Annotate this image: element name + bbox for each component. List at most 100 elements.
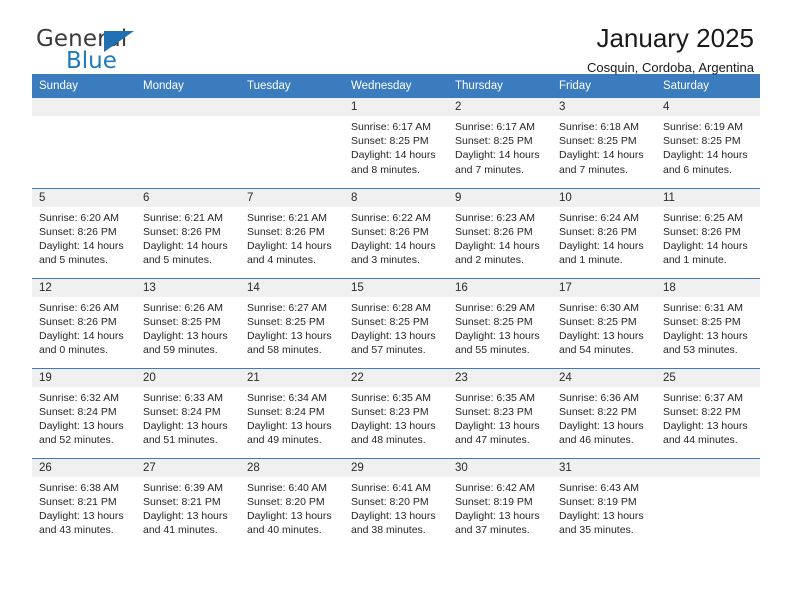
sunset-text: Sunset: 8:24 PM bbox=[39, 405, 117, 418]
calendar-week-row: 26 Sunrise: 6:38 AM Sunset: 8:21 PM Dayligh… bbox=[32, 457, 760, 548]
calendar-day-cell[interactable]: 31 Sunrise: 6:43 AM Sunset: 8:19 PM Dayligh… bbox=[552, 457, 656, 548]
sunset-text: Sunset: 8:25 PM bbox=[247, 315, 325, 328]
daylight-text-line1: Daylight: 13 hours bbox=[247, 509, 332, 522]
sunset-text: Sunset: 8:23 PM bbox=[351, 405, 429, 418]
sunrise-text: Sunrise: 6:41 AM bbox=[351, 481, 431, 494]
calendar-day-cell[interactable]: 2 Sunrise: 6:17 AM Sunset: 8:25 PM Daylight… bbox=[448, 98, 552, 188]
day-number: 27 bbox=[136, 458, 240, 477]
calendar-day-cell[interactable]: 6 Sunrise: 6:21 AM Sunset: 8:26 PM Daylight… bbox=[136, 187, 240, 278]
day-number: 14 bbox=[240, 278, 344, 297]
calendar-week-row: 5 Sunrise: 6:20 AM Sunset: 8:26 PM Daylight… bbox=[32, 187, 760, 278]
daylight-text-line2: and 7 minutes. bbox=[559, 163, 628, 176]
calendar-day-cell[interactable]: 24 Sunrise: 6:36 AM Sunset: 8:22 PM Dayligh… bbox=[552, 367, 656, 458]
calendar-day-cell[interactable]: 21 Sunrise: 6:34 AM Sunset: 8:24 PM Dayligh… bbox=[240, 367, 344, 458]
calendar-day-cell[interactable]: 9 Sunrise: 6:23 AM Sunset: 8:26 PM Daylight… bbox=[448, 187, 552, 278]
calendar-day-cell[interactable]: 29 Sunrise: 6:41 AM Sunset: 8:20 PM Dayligh… bbox=[344, 457, 448, 548]
calendar-day-cell[interactable]: 18 Sunrise: 6:31 AM Sunset: 8:25 PM Dayligh… bbox=[656, 277, 760, 368]
calendar-day-cell[interactable]: 13 Sunrise: 6:26 AM Sunset: 8:25 PM Dayligh… bbox=[136, 277, 240, 368]
daylight-text-line1: Daylight: 13 hours bbox=[143, 329, 228, 342]
day-number: 13 bbox=[136, 278, 240, 297]
calendar-day-cell[interactable]: 8 Sunrise: 6:22 AM Sunset: 8:26 PM Daylight… bbox=[344, 187, 448, 278]
day-details: Sunrise: 6:32 AM Sunset: 8:24 PM Daylight:… bbox=[32, 387, 136, 448]
sunrise-text: Sunrise: 6:29 AM bbox=[455, 301, 535, 314]
calendar-day-cell-empty bbox=[136, 98, 240, 188]
day-details: Sunrise: 6:35 AM Sunset: 8:23 PM Daylight:… bbox=[448, 387, 552, 448]
day-details: Sunrise: 6:40 AM Sunset: 8:20 PM Daylight:… bbox=[240, 477, 344, 538]
daylight-text-line2: and 41 minutes. bbox=[143, 524, 218, 537]
daylight-text-line2: and 8 minutes. bbox=[351, 163, 420, 176]
daylight-text-line1: Daylight: 13 hours bbox=[39, 509, 124, 522]
day-details: Sunrise: 6:17 AM Sunset: 8:25 PM Daylight:… bbox=[344, 116, 448, 177]
day-number: 22 bbox=[344, 368, 448, 387]
sunset-text: Sunset: 8:20 PM bbox=[351, 495, 429, 508]
day-number: 31 bbox=[552, 458, 656, 477]
daylight-text-line1: Daylight: 14 hours bbox=[247, 239, 332, 252]
day-details: Sunrise: 6:31 AM Sunset: 8:25 PM Daylight:… bbox=[656, 297, 760, 358]
calendar-day-cell[interactable]: 7 Sunrise: 6:21 AM Sunset: 8:26 PM Daylight… bbox=[240, 187, 344, 278]
day-details: Sunrise: 6:22 AM Sunset: 8:26 PM Daylight:… bbox=[344, 207, 448, 268]
sunset-text: Sunset: 8:19 PM bbox=[559, 495, 637, 508]
day-details: Sunrise: 6:24 AM Sunset: 8:26 PM Daylight:… bbox=[552, 207, 656, 268]
calendar-day-cell[interactable]: 3 Sunrise: 6:18 AM Sunset: 8:25 PM Daylight… bbox=[552, 98, 656, 188]
calendar-day-cell[interactable]: 22 Sunrise: 6:35 AM Sunset: 8:23 PM Dayligh… bbox=[344, 367, 448, 458]
calendar-day-cell[interactable]: 14 Sunrise: 6:27 AM Sunset: 8:25 PM Dayligh… bbox=[240, 277, 344, 368]
sunset-text: Sunset: 8:25 PM bbox=[663, 135, 741, 148]
daylight-text-line2: and 0 minutes. bbox=[39, 344, 108, 357]
calendar-day-cell[interactable]: 1 Sunrise: 6:17 AM Sunset: 8:25 PM Daylight… bbox=[344, 98, 448, 188]
day-details: Sunrise: 6:18 AM Sunset: 8:25 PM Daylight:… bbox=[552, 116, 656, 177]
day-number: 18 bbox=[656, 278, 760, 297]
day-number: 10 bbox=[552, 188, 656, 207]
calendar-day-cell[interactable]: 30 Sunrise: 6:42 AM Sunset: 8:19 PM Dayligh… bbox=[448, 457, 552, 548]
daylight-text-line1: Daylight: 14 hours bbox=[351, 239, 436, 252]
day-details: Sunrise: 6:26 AM Sunset: 8:25 PM Daylight:… bbox=[136, 297, 240, 358]
calendar-day-cell[interactable]: 19 Sunrise: 6:32 AM Sunset: 8:24 PM Dayligh… bbox=[32, 367, 136, 458]
sunrise-text: Sunrise: 6:35 AM bbox=[351, 391, 431, 404]
daylight-text-line1: Daylight: 14 hours bbox=[559, 239, 644, 252]
calendar-day-cell[interactable]: 5 Sunrise: 6:20 AM Sunset: 8:26 PM Daylight… bbox=[32, 187, 136, 278]
daylight-text-line1: Daylight: 13 hours bbox=[663, 329, 748, 342]
calendar-day-cell[interactable]: 27 Sunrise: 6:39 AM Sunset: 8:21 PM Dayligh… bbox=[136, 457, 240, 548]
sunset-text: Sunset: 8:25 PM bbox=[143, 315, 221, 328]
day-number bbox=[136, 98, 240, 116]
day-number: 6 bbox=[136, 188, 240, 207]
calendar-day-cell[interactable]: 20 Sunrise: 6:33 AM Sunset: 8:24 PM Dayligh… bbox=[136, 367, 240, 458]
calendar-day-cell[interactable]: 16 Sunrise: 6:29 AM Sunset: 8:25 PM Dayligh… bbox=[448, 277, 552, 368]
daylight-text-line1: Daylight: 13 hours bbox=[559, 509, 644, 522]
general-blue-logo[interactable]: General Blue bbox=[36, 26, 256, 80]
daylight-text-line1: Daylight: 13 hours bbox=[143, 419, 228, 432]
sunset-text: Sunset: 8:25 PM bbox=[663, 315, 741, 328]
daylight-text-line2: and 37 minutes. bbox=[455, 524, 530, 537]
calendar-day-cell[interactable]: 25 Sunrise: 6:37 AM Sunset: 8:22 PM Dayligh… bbox=[656, 367, 760, 458]
calendar-day-cell[interactable]: 28 Sunrise: 6:40 AM Sunset: 8:20 PM Dayligh… bbox=[240, 457, 344, 548]
calendar-day-cell[interactable]: 11 Sunrise: 6:25 AM Sunset: 8:26 PM Dayligh… bbox=[656, 187, 760, 278]
sunrise-text: Sunrise: 6:36 AM bbox=[559, 391, 639, 404]
calendar-day-cell[interactable]: 4 Sunrise: 6:19 AM Sunset: 8:25 PM Daylight… bbox=[656, 98, 760, 188]
daylight-text-line1: Daylight: 14 hours bbox=[455, 149, 540, 162]
calendar-day-cell[interactable]: 23 Sunrise: 6:35 AM Sunset: 8:23 PM Dayligh… bbox=[448, 367, 552, 458]
sunset-text: Sunset: 8:25 PM bbox=[455, 315, 533, 328]
daylight-text-line1: Daylight: 14 hours bbox=[663, 239, 748, 252]
daylight-text-line1: Daylight: 13 hours bbox=[351, 509, 436, 522]
day-details: Sunrise: 6:25 AM Sunset: 8:26 PM Daylight:… bbox=[656, 207, 760, 268]
day-number: 28 bbox=[240, 458, 344, 477]
calendar-day-cell[interactable]: 12 Sunrise: 6:26 AM Sunset: 8:26 PM Dayligh… bbox=[32, 277, 136, 368]
sunset-text: Sunset: 8:25 PM bbox=[559, 315, 637, 328]
daylight-text-line2: and 7 minutes. bbox=[455, 163, 524, 176]
calendar-day-cell[interactable]: 15 Sunrise: 6:28 AM Sunset: 8:25 PM Dayligh… bbox=[344, 277, 448, 368]
daylight-text-line1: Daylight: 14 hours bbox=[39, 329, 124, 342]
daylight-text-line1: Daylight: 13 hours bbox=[247, 419, 332, 432]
daylight-text-line1: Daylight: 13 hours bbox=[39, 419, 124, 432]
day-number: 5 bbox=[32, 188, 136, 207]
sunrise-text: Sunrise: 6:27 AM bbox=[247, 301, 327, 314]
calendar-day-cell[interactable]: 26 Sunrise: 6:38 AM Sunset: 8:21 PM Dayligh… bbox=[32, 457, 136, 548]
day-number: 12 bbox=[32, 278, 136, 297]
day-number: 9 bbox=[448, 188, 552, 207]
sunrise-text: Sunrise: 6:35 AM bbox=[455, 391, 535, 404]
calendar-day-cell[interactable]: 10 Sunrise: 6:24 AM Sunset: 8:26 PM Dayligh… bbox=[552, 187, 656, 278]
daylight-text-line1: Daylight: 13 hours bbox=[455, 419, 540, 432]
day-number: 17 bbox=[552, 278, 656, 297]
daylight-text-line1: Daylight: 14 hours bbox=[143, 239, 228, 252]
calendar-day-cell[interactable]: 17 Sunrise: 6:30 AM Sunset: 8:25 PM Dayligh… bbox=[552, 277, 656, 368]
daylight-text-line2: and 54 minutes. bbox=[559, 344, 634, 357]
sunset-text: Sunset: 8:26 PM bbox=[39, 315, 117, 328]
